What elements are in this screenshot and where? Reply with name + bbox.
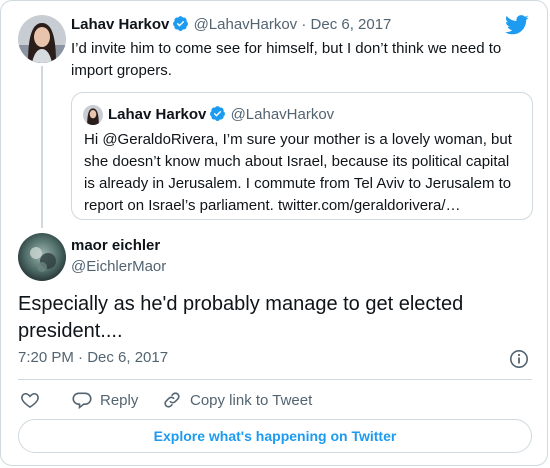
tweet-embed-card: Lahav Harkov @LahavHarkov · Dec 6, 2017 …: [0, 0, 548, 466]
link-icon: [164, 392, 180, 408]
quoted-tweet-card[interactable]: Lahav Harkov @LahavHarkov Hi @GeraldoRiv…: [71, 92, 533, 220]
parent-tweet-date[interactable]: Dec 6, 2017: [311, 16, 392, 33]
copy-link-label: Copy link to Tweet: [190, 391, 313, 409]
quoted-author-avatar: [83, 105, 103, 125]
like-button[interactable]: [20, 390, 48, 410]
reply-icon: [72, 392, 92, 410]
parent-author-name[interactable]: Lahav Harkov: [71, 16, 169, 33]
info-icon[interactable]: [509, 349, 529, 374]
main-author-handle[interactable]: @EichlerMaor: [71, 258, 166, 275]
quoted-author-name: Lahav Harkov: [108, 106, 207, 123]
parent-tweet-header: Lahav Harkov @LahavHarkov · Dec 6, 2017: [71, 15, 391, 38]
quoted-author-handle: @LahavHarkov: [230, 106, 335, 123]
quoted-tweet-header: Lahav Harkov @LahavHarkov: [108, 105, 334, 128]
heart-icon: [21, 392, 39, 409]
parent-tweet-text: I’d invite him to come see for himself, …: [71, 40, 502, 79]
explore-twitter-button[interactable]: Explore what's happening on Twitter: [18, 419, 532, 453]
header-separator: ·: [301, 16, 307, 33]
thread-connector-line: [41, 66, 43, 228]
main-author-name[interactable]: maor eichler: [71, 237, 160, 254]
maor-avatar[interactable]: [18, 233, 66, 281]
verified-badge-icon: [209, 105, 226, 128]
quoted-tweet-text: Hi @GeraldoRivera, I’m sure your mother …: [84, 131, 512, 214]
tweet-timestamp[interactable]: 7:20 PM · Dec 6, 2017: [18, 349, 168, 366]
actions-divider: [18, 379, 532, 380]
main-tweet-text: Especially as he'd probably manage to ge…: [18, 293, 464, 342]
verified-badge-icon: [172, 15, 189, 38]
parent-author-handle[interactable]: @LahavHarkov: [194, 16, 298, 33]
reply-label: Reply: [100, 391, 139, 409]
twitter-bird-icon[interactable]: [505, 15, 529, 40]
reply-button[interactable]: Reply: [72, 390, 138, 410]
lahav-avatar[interactable]: [18, 15, 66, 63]
copy-link-button[interactable]: Copy link to Tweet: [162, 390, 312, 410]
